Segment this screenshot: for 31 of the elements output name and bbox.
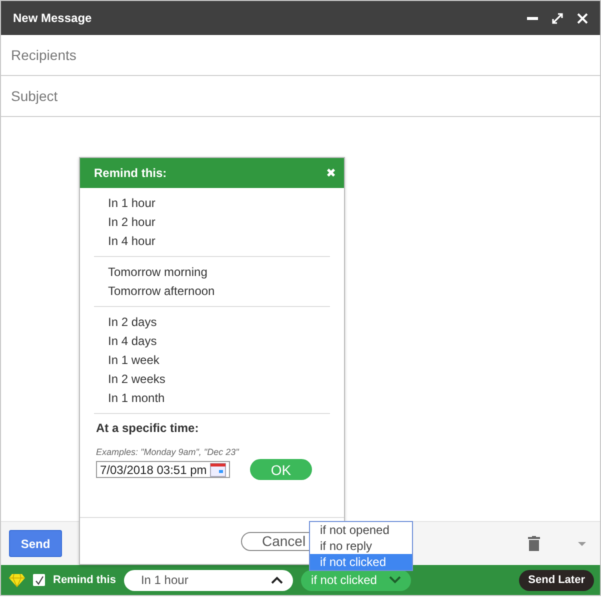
diamond-icon xyxy=(9,573,25,587)
remind-checkbox[interactable] xyxy=(33,574,45,586)
examples-hint: Examples: "Monday 9am", "Dec 23" xyxy=(96,447,240,457)
caret-icon[interactable] xyxy=(578,542,586,546)
reminder-option[interactable]: In 1 month xyxy=(108,388,316,407)
reminder-option[interactable]: Tomorrow afternoon xyxy=(108,281,316,300)
reminder-option[interactable]: In 1 week xyxy=(108,350,316,369)
close-button[interactable]: ✖ xyxy=(326,166,336,180)
reminder-option[interactable]: In 2 weeks xyxy=(108,369,316,388)
section-heading: At a specific time: xyxy=(96,421,200,435)
date-field[interactable]: 7/03/2018 03:51 pm xyxy=(96,461,230,478)
reminder-option[interactable]: In 2 days xyxy=(108,312,316,331)
minimize-icon[interactable] xyxy=(527,16,538,20)
window-title: New Message xyxy=(13,11,93,25)
expand-icon[interactable] xyxy=(552,12,563,24)
reminder-option[interactable]: In 4 days xyxy=(108,331,316,350)
send-button[interactable]: Send xyxy=(9,530,62,557)
chevron-icon xyxy=(270,576,283,584)
remind-label: Remind this xyxy=(53,574,116,586)
reminder-option[interactable]: In 2 hour xyxy=(108,212,330,231)
time-select[interactable]: In 1 hour xyxy=(124,570,293,590)
chevron-icon xyxy=(388,576,401,584)
reminder-option[interactable]: Tomorrow morning xyxy=(108,262,316,281)
calendar-icon[interactable] xyxy=(210,462,226,476)
close-icon[interactable] xyxy=(577,12,588,24)
send-later-button[interactable]: Send Later xyxy=(519,570,594,590)
trash-icon[interactable] xyxy=(528,536,540,551)
reminder-option[interactable]: In 4 hour xyxy=(108,231,330,250)
menu-item[interactable]: if not clicked xyxy=(310,554,412,570)
popup-title: Remind this: xyxy=(94,166,167,180)
reminder-option[interactable]: In 1 hour xyxy=(108,193,330,212)
